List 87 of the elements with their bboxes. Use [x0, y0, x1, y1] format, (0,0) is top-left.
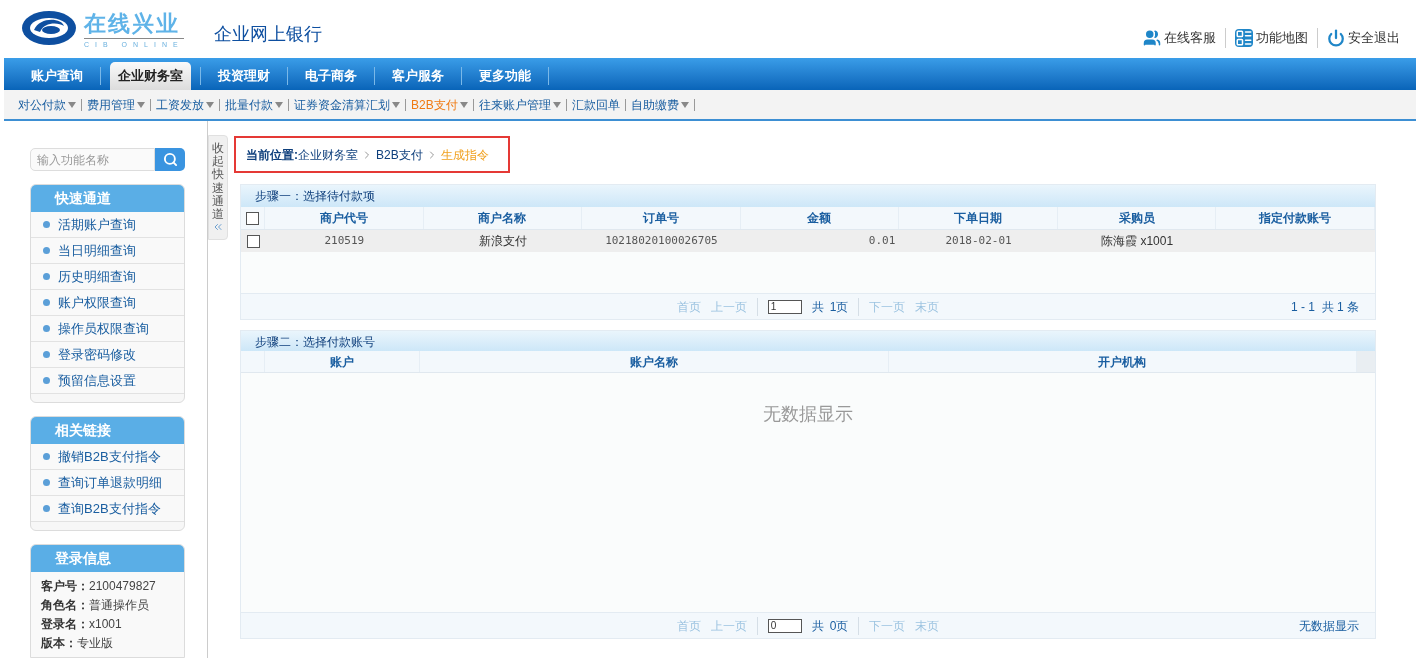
table-cell-text: 210519	[323, 232, 366, 249]
info-label: 角色名：	[41, 597, 89, 614]
submenu-item[interactable]: 自助缴费	[630, 95, 689, 114]
bullet-icon	[43, 479, 50, 486]
submenu-item[interactable]: 费用管理	[87, 95, 145, 114]
info-value: 普通操作员	[89, 597, 149, 614]
empty-message: 无数据显示	[763, 403, 853, 426]
panel-title: 快速通道	[31, 185, 184, 212]
info-label: 客户号：	[41, 578, 89, 595]
column-header: 账户名称	[420, 351, 889, 372]
info-value: 专业版	[77, 635, 113, 652]
nav-tab[interactable]: 更多功能	[471, 62, 539, 90]
product-name: 企业网上银行	[214, 23, 322, 46]
bullet-icon	[43, 221, 50, 228]
breadcrumb-item[interactable]: 企业财务室	[298, 145, 358, 164]
column-header: 订单号	[582, 207, 741, 229]
bullet-icon	[43, 325, 50, 332]
breadcrumb-label: 当前位置:	[246, 146, 298, 164]
column-header: 金额	[740, 207, 900, 229]
caret-icon	[552, 101, 561, 108]
page-count: 1页	[829, 298, 849, 316]
caret-icon	[68, 101, 76, 108]
column-header: 商户名称	[423, 207, 583, 229]
nav-tab[interactable]: 账户查询	[23, 62, 91, 90]
search-icon	[162, 152, 178, 167]
search-field[interactable]: 输入功能名称	[30, 148, 155, 171]
nav-tab[interactable]: 客户服务	[384, 62, 452, 90]
table-cell-text: 10218020100026705	[604, 232, 719, 249]
bullet-icon	[43, 247, 50, 254]
step-title: 步骤二：选择付款账号	[241, 331, 1375, 351]
caret-icon	[680, 101, 689, 108]
bullet-icon	[43, 299, 50, 306]
table-cell-text: 新浪支付	[477, 233, 528, 250]
search-button[interactable]	[155, 148, 185, 171]
page-input[interactable]: 0	[767, 618, 802, 633]
caret-icon	[137, 101, 145, 108]
caret-icon	[275, 101, 283, 108]
submenu-item[interactable]: 批量付款	[225, 95, 283, 114]
pager-label: 共	[811, 298, 824, 316]
table-cell-text: 2018-02-01	[944, 232, 1013, 249]
submenu-item[interactable]: 往来账户管理	[478, 95, 561, 114]
table-cell-text: 陈海霞 x1001	[1100, 233, 1175, 250]
column-header: 指定付款账号	[1216, 207, 1375, 229]
power-icon	[1327, 29, 1345, 47]
users-icon	[1143, 29, 1161, 47]
nav-tab[interactable]: 投资理财	[210, 62, 278, 90]
header-link[interactable]: 功能地图	[1235, 28, 1308, 48]
panel-title: 登录信息	[31, 545, 184, 572]
bullet-icon	[43, 505, 50, 512]
breadcrumb-item[interactable]: B2B支付	[376, 145, 423, 164]
info-value: 2100479827	[89, 578, 156, 595]
page-count: 0页	[829, 617, 849, 635]
checkbox[interactable]	[246, 234, 260, 248]
info-value: x1001	[89, 616, 122, 633]
bullet-icon	[43, 351, 50, 358]
column-header: 账户	[265, 351, 420, 372]
caret-icon	[392, 101, 400, 108]
column-header: 采购员	[1057, 207, 1217, 229]
info-label: 登录名：	[41, 616, 89, 633]
submenu-item[interactable]: 证券资金清算汇划	[294, 95, 400, 114]
caret-icon	[206, 101, 214, 108]
step-title: 步骤一：选择待付款项	[241, 185, 1375, 207]
column-header: 下单日期	[899, 207, 1058, 229]
nav-tab[interactable]: 企业财务室	[110, 62, 191, 90]
header-link[interactable]: 安全退出	[1327, 28, 1400, 48]
submenu-item[interactable]: 工资发放	[156, 95, 214, 114]
record-summary: 1 - 1 共 1 条	[1290, 298, 1359, 316]
bullet-icon	[43, 453, 50, 460]
pager-label: 共	[811, 617, 824, 635]
submenu-item[interactable]: 对公付款	[18, 95, 76, 114]
collapse-toggle[interactable]: 收起快速通道	[208, 135, 228, 241]
logo-icon	[20, 8, 78, 48]
column-header: 商户代号	[265, 207, 424, 229]
record-summary: 无数据显示	[1299, 617, 1359, 635]
checkbox[interactable]	[246, 211, 259, 225]
table-cell-text: 0.01	[867, 232, 897, 249]
nav-tab[interactable]: 电子商务	[297, 62, 365, 90]
bullet-icon	[43, 273, 50, 280]
header-link[interactable]: 在线客服	[1143, 28, 1216, 48]
bullet-icon	[43, 377, 50, 384]
page-input[interactable]: 1	[767, 299, 802, 314]
panel-title: 相关链接	[31, 417, 184, 444]
list-icon	[1235, 29, 1253, 47]
submenu-item[interactable]: 汇款回单	[571, 95, 620, 114]
logo-title: 在线兴业	[84, 12, 181, 35]
info-label: 版本：	[41, 635, 77, 652]
caret-icon	[459, 101, 468, 108]
